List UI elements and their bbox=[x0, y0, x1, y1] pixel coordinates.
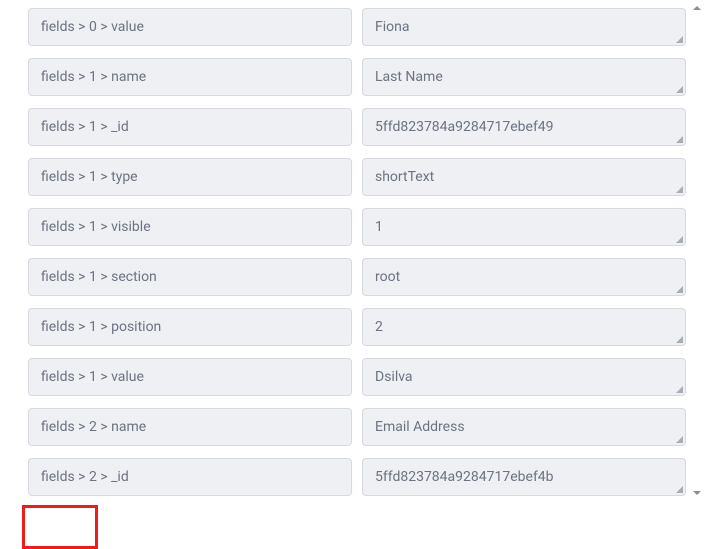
field-key[interactable]: fields > 1 > value bbox=[28, 358, 352, 396]
field-value[interactable]: 1 bbox=[362, 208, 686, 246]
field-key[interactable]: fields > 1 > name bbox=[28, 58, 352, 96]
field-value[interactable]: 5ffd823784a9284717ebef4b bbox=[362, 458, 686, 496]
field-value[interactable]: 2 bbox=[362, 308, 686, 346]
form-row: fields > 0 > value Fiona bbox=[28, 8, 686, 46]
form-row: fields > 1 > value Dsilva bbox=[28, 358, 686, 396]
form-scroll-container[interactable]: fields > 0 > value Fiona fields > 1 > name… bbox=[0, 0, 706, 501]
field-value[interactable]: Last Name bbox=[362, 58, 686, 96]
form-row: fields > 1 > position 2 bbox=[28, 308, 686, 346]
scrollbar-up-icon bbox=[693, 6, 701, 10]
scrollbar-down-icon bbox=[693, 491, 701, 495]
field-value[interactable]: shortText bbox=[362, 158, 686, 196]
form-row: fields > 1 > _id 5ffd823784a9284717ebef49 bbox=[28, 108, 686, 146]
field-key[interactable]: fields > 1 > position bbox=[28, 308, 352, 346]
field-key[interactable]: fields > 1 > _id bbox=[28, 108, 352, 146]
save-highlight-box bbox=[22, 505, 98, 549]
field-key[interactable]: fields > 1 > type bbox=[28, 158, 352, 196]
form-row: fields > 1 > type shortText bbox=[28, 158, 686, 196]
field-value[interactable]: Dsilva bbox=[362, 358, 686, 396]
form-row: fields > 1 > name Last Name bbox=[28, 58, 686, 96]
form-row: fields > 1 > section root bbox=[28, 258, 686, 296]
field-value[interactable]: Email Address bbox=[362, 408, 686, 446]
form-row: fields > 2 > name Email Address bbox=[28, 408, 686, 446]
field-value[interactable]: Fiona bbox=[362, 8, 686, 46]
form-area: fields > 0 > value Fiona fields > 1 > name… bbox=[0, 0, 706, 501]
field-key[interactable]: fields > 1 > section bbox=[28, 258, 352, 296]
field-key[interactable]: fields > 1 > visible bbox=[28, 208, 352, 246]
field-key[interactable]: fields > 2 > _id bbox=[28, 458, 352, 496]
form-row: fields > 1 > visible 1 bbox=[28, 208, 686, 246]
field-value[interactable]: 5ffd823784a9284717ebef49 bbox=[362, 108, 686, 146]
field-key[interactable]: fields > 2 > name bbox=[28, 408, 352, 446]
field-key[interactable]: fields > 0 > value bbox=[28, 8, 352, 46]
field-value[interactable]: root bbox=[362, 258, 686, 296]
form-row: fields > 2 > _id 5ffd823784a9284717ebef4b bbox=[28, 458, 686, 496]
